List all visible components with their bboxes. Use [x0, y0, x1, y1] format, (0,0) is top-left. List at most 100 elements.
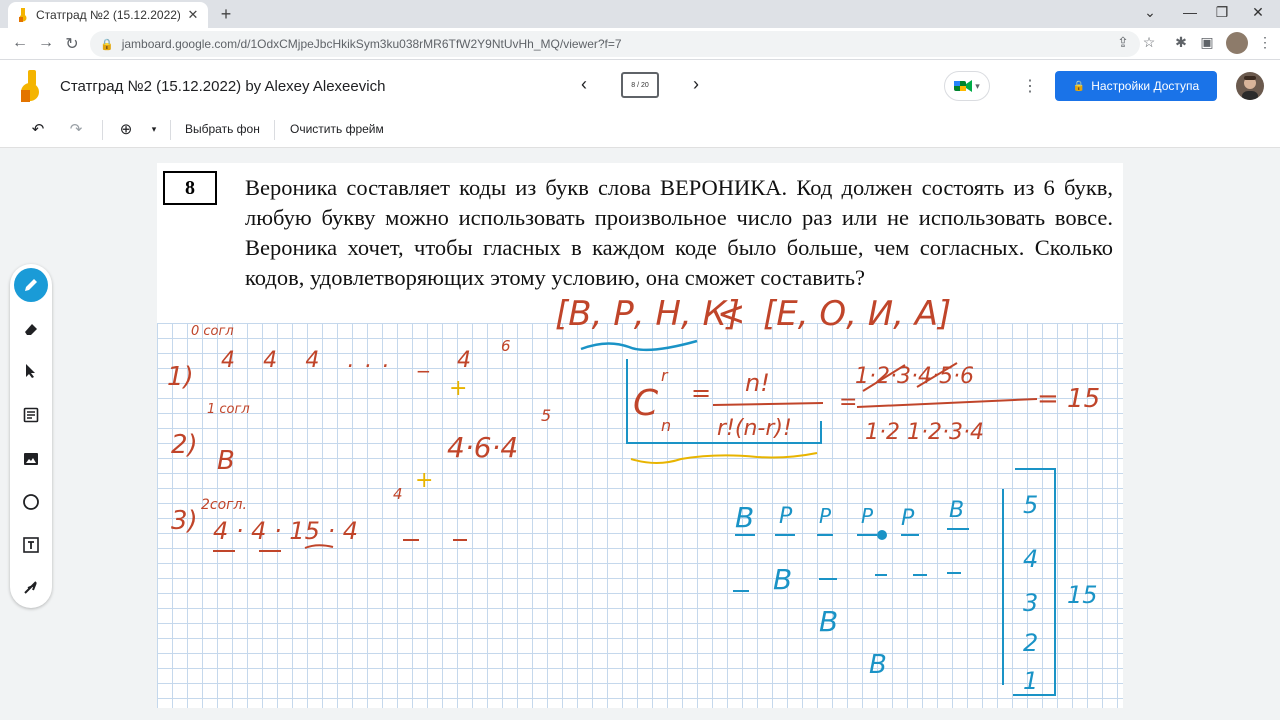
- plus-sign: +: [449, 376, 467, 401]
- case3-underlines: [213, 544, 334, 552]
- eraser-icon: [25, 324, 37, 335]
- share-button[interactable]: 🔒 Настройки Доступа: [1055, 71, 1217, 101]
- case1-number: 1): [167, 362, 194, 392]
- plus-sign: +: [415, 468, 433, 493]
- case2-letter: В: [217, 446, 235, 476]
- chevron-down-icon[interactable]: ▾: [144, 124, 164, 135]
- case3-note: 2согл.: [201, 497, 247, 513]
- blue-dot: [877, 530, 887, 540]
- browser-tab[interactable]: Статград №2 (15.12.2022) by Ale ✕: [8, 2, 208, 28]
- tool-rail: [10, 264, 52, 608]
- app-header: Статград №2 (15.12.2022) by Alexey Alexe…: [0, 60, 1280, 112]
- comb-fraction-bar: [712, 402, 824, 406]
- new-tab-button[interactable]: +: [216, 4, 236, 25]
- zoom-icon[interactable]: ⊕: [116, 120, 136, 138]
- blue-row-r2: Р: [819, 504, 832, 528]
- blue-row-b: В: [735, 501, 754, 534]
- blue-row-b2: В: [949, 498, 964, 523]
- case3-exponent: 4: [393, 485, 403, 503]
- calc-equals: =: [839, 390, 857, 415]
- toolbar-divider: [102, 120, 103, 140]
- pen-icon: [25, 279, 37, 291]
- case1-exponent: 6: [501, 337, 511, 355]
- count-2: 2: [1023, 629, 1038, 657]
- blue-row-r3: Р: [861, 504, 874, 528]
- tab-strip: Статград №2 (15.12.2022) by Ale ✕ + ⌄ — …: [0, 0, 1280, 28]
- pen-tool-button[interactable]: [14, 268, 48, 302]
- count-5: 5: [1023, 491, 1038, 519]
- textbox-icon: [23, 537, 39, 553]
- case1-row: 4 4 4 ... _ 4: [221, 348, 471, 373]
- case2-expression: 4·6·4: [447, 431, 518, 464]
- set-background-button[interactable]: Выбрать фон: [185, 122, 260, 136]
- calc-denominator: 1·2 1·2·3·4: [865, 420, 984, 445]
- forward-icon[interactable]: →: [36, 34, 56, 52]
- case3-expression: 4 · 4 · 15 · 4: [213, 517, 358, 545]
- count-1: 1: [1023, 667, 1038, 695]
- comb-numerator: n!: [745, 369, 770, 397]
- url-text: jamboard.google.com/d/1OdxCMjpeJbcHkikSy…: [121, 37, 622, 51]
- reload-icon[interactable]: ↻: [62, 34, 82, 54]
- lock-icon: 🔒: [100, 38, 114, 51]
- case2-exponent: 5: [541, 406, 551, 425]
- blue-underline: [580, 339, 698, 352]
- toolbar-divider: [274, 120, 275, 140]
- frame-bar-toggle[interactable]: 8 / 20: [621, 72, 659, 98]
- redo-icon[interactable]: ↷: [66, 120, 86, 138]
- address-bar-row: ← → ↻ 🔒 jamboard.google.com/d/1OdxCMjpeJ…: [0, 28, 1280, 60]
- browser-menu-icon[interactable]: ⋮: [1256, 34, 1274, 51]
- clear-frame-button[interactable]: Очистить фрейм: [290, 122, 384, 136]
- minimize-button[interactable]: —: [1180, 4, 1200, 20]
- chevron-down-icon: ▾: [975, 80, 980, 91]
- sticky-note-tool-button[interactable]: [14, 398, 48, 432]
- document-title[interactable]: Статград №2 (15.12.2022) by Alexey Alexe…: [60, 78, 385, 95]
- comb-n: n: [661, 416, 671, 435]
- blue-b-second-row: В: [773, 563, 792, 596]
- tab-title: Статград №2 (15.12.2022) by Ale: [36, 8, 180, 22]
- select-tool-button[interactable]: [14, 354, 48, 388]
- handwriting-layer: [В, Р, Н, К] < [Е, О, И, А] 1) 0 согл 4 …: [167, 294, 1100, 696]
- comb-denominator: r!(n-r)!: [717, 416, 792, 441]
- maximize-button[interactable]: ❐: [1212, 4, 1232, 21]
- laser-tool-button[interactable]: [14, 570, 48, 604]
- share-button-label: Настройки Доступа: [1091, 79, 1200, 93]
- tab-close-icon[interactable]: ✕: [186, 7, 200, 23]
- extensions-icon[interactable]: ✱: [1172, 34, 1190, 51]
- count-3: 3: [1023, 589, 1038, 617]
- sticky-note-icon: [23, 407, 39, 423]
- blue-row-r1: Р: [779, 504, 793, 529]
- blue-b-third-row: В: [819, 605, 838, 638]
- previous-frame-icon[interactable]: ‹: [574, 74, 594, 95]
- image-tool-button[interactable]: [14, 442, 48, 476]
- bookmark-star-icon[interactable]: ☆: [1140, 34, 1158, 51]
- side-panel-icon[interactable]: ▣: [1198, 34, 1216, 51]
- tab-search-icon[interactable]: ⌄: [1140, 4, 1160, 21]
- share-page-icon[interactable]: ⇪: [1114, 34, 1132, 51]
- undo-icon[interactable]: ↶: [28, 120, 48, 138]
- frame-indicator: 8 / 20: [631, 81, 649, 89]
- less-than-sign: <: [717, 294, 746, 334]
- more-options-icon[interactable]: ⋮: [1022, 76, 1038, 96]
- back-icon[interactable]: ←: [10, 34, 30, 52]
- comb-r: r: [661, 366, 669, 385]
- case1-note: 0 согл: [191, 324, 234, 339]
- vowel-set: [Е, О, И, А]: [763, 294, 951, 334]
- blue-b-fourth-row: В: [869, 650, 887, 680]
- meet-button[interactable]: ▾: [944, 71, 990, 101]
- comb-equals: =: [691, 379, 711, 407]
- close-window-button[interactable]: ✕: [1248, 4, 1268, 21]
- jam-frame[interactable]: 8 Вероника составляет коды из букв слова…: [157, 163, 1123, 708]
- user-avatar[interactable]: [1236, 72, 1264, 100]
- textbox-tool-button[interactable]: [14, 528, 48, 562]
- circle-icon: [23, 494, 39, 510]
- jamboard-favicon-icon: [19, 8, 27, 22]
- browser-profile-avatar[interactable]: [1226, 32, 1248, 54]
- case3-number: 3): [171, 506, 198, 536]
- eraser-tool-button[interactable]: [14, 312, 48, 346]
- comb-C: C: [633, 383, 659, 424]
- laser-icon: [24, 581, 37, 594]
- omnibox[interactable]: 🔒 jamboard.google.com/d/1OdxCMjpeJbcHkik…: [90, 31, 1140, 57]
- shape-tool-button[interactable]: [14, 485, 48, 519]
- meet-icon: [954, 80, 973, 92]
- next-frame-icon[interactable]: ›: [686, 74, 706, 95]
